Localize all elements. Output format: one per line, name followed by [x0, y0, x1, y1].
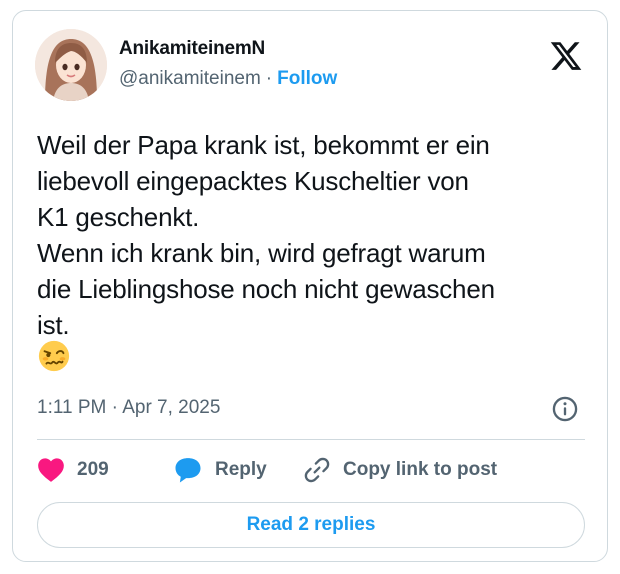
info-icon[interactable]: [551, 395, 579, 423]
action-bar: 209 Reply Copy link to post: [37, 455, 593, 485]
post-timestamp[interactable]: 1:11 PM · Apr 7, 2025: [37, 395, 220, 421]
tweet-text-line: die Lieblingshose noch nicht gewaschen: [37, 274, 495, 304]
tweet-text-line: Weil der Papa krank ist, bekommt er ein: [37, 130, 490, 160]
tweet-text-line: ist.: [37, 310, 70, 340]
handle-row: @anikamiteinem · Follow: [119, 67, 337, 91]
read-replies-button[interactable]: Read 2 replies: [37, 502, 585, 548]
heart-icon: [38, 458, 64, 482]
post-date: Apr 7, 2025: [122, 397, 221, 418]
tweet-text-line: K1 geschenkt.: [37, 202, 200, 232]
like-button[interactable]: 209: [37, 455, 109, 485]
tweet-text-line: liebevoll eingepacktes Kuscheltier von: [37, 166, 469, 196]
tweet-header: AnikamiteinemN @anikamiteinem · Follow: [35, 29, 587, 105]
like-count: 209: [77, 459, 109, 480]
woozy-face-emoji-icon: [38, 340, 70, 372]
avatar-illustration-icon: [35, 29, 107, 101]
copy-link-button[interactable]: Copy link to post: [303, 455, 497, 485]
author-info: AnikamiteinemN @anikamiteinem · Follow: [119, 37, 337, 91]
read-replies-label: Read 2 replies: [246, 514, 376, 535]
x-logo-icon[interactable]: [549, 39, 583, 73]
reply-bubble-icon: [175, 458, 201, 483]
reply-label: Reply: [215, 459, 267, 480]
reply-button[interactable]: Reply: [173, 455, 267, 485]
tweet-text: Weil der Papa krank ist, bekommt er ein …: [37, 127, 593, 343]
timestamp-separator: ·: [111, 397, 118, 418]
handle-separator: ·: [265, 68, 273, 89]
post-time: 1:11 PM: [37, 397, 107, 418]
follow-link[interactable]: Follow: [277, 68, 337, 89]
link-icon: [304, 457, 330, 483]
tweet-text-line: Wenn ich krank bin, wird gefragt warum: [37, 238, 486, 268]
display-name[interactable]: AnikamiteinemN: [119, 37, 337, 61]
avatar[interactable]: [35, 29, 107, 101]
copy-link-label: Copy link to post: [343, 459, 498, 480]
user-handle[interactable]: @anikamiteinem: [119, 68, 261, 89]
tweet-card: AnikamiteinemN @anikamiteinem · Follow Wei…: [12, 10, 608, 562]
divider: [37, 439, 585, 440]
